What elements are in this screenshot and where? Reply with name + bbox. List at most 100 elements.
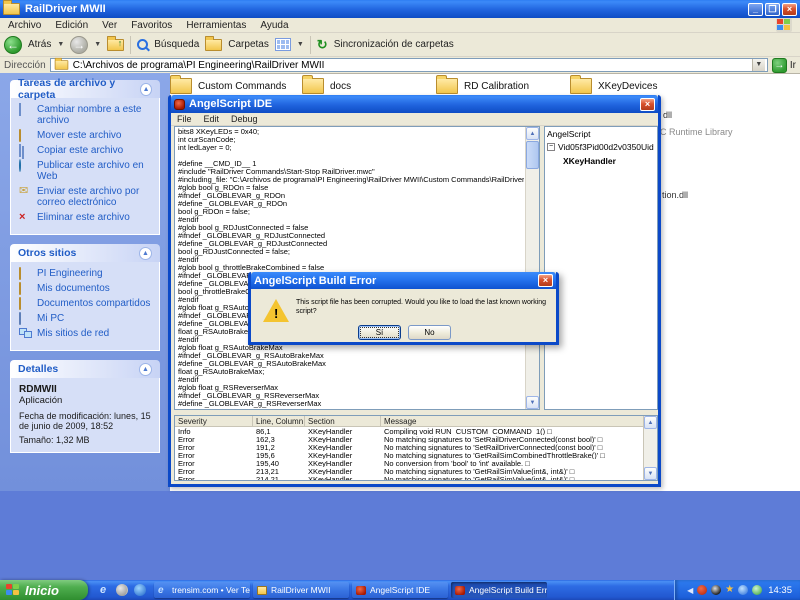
dialog-close-button[interactable]: × — [538, 274, 553, 287]
task-label[interactable]: Publicar este archivo en Web — [37, 160, 153, 182]
column-severity[interactable]: Severity — [175, 416, 253, 426]
quick-launch-icon[interactable] — [134, 584, 146, 596]
menu-item[interactable]: Archivo — [8, 20, 41, 31]
folder-tile-rd-calibration[interactable]: RD Calibration — [436, 78, 529, 94]
code-scrollbar[interactable]: ▲ ▼ — [525, 127, 539, 409]
script-tree[interactable]: AngelScript − Vid05f3Pid00d2v0350Uid XKe… — [544, 126, 658, 410]
build-output-table[interactable]: Severity Line, Column Section Message In… — [174, 415, 658, 481]
tray-icon[interactable] — [697, 585, 707, 595]
table-row[interactable]: Error162,3 XKeyHandlerNo matching signat… — [175, 435, 643, 443]
back-label[interactable]: Atrás — [28, 39, 51, 50]
tree-leaf-xkeyhandler[interactable]: XKeyHandler — [563, 156, 655, 166]
place-mis-documentos[interactable]: Mis documentos — [19, 283, 153, 294]
ide-close-button[interactable]: × — [640, 98, 655, 111]
tree-root[interactable]: AngelScript — [547, 129, 655, 139]
table-row[interactable]: Error195,6 XKeyHandlerNo matching signat… — [175, 451, 643, 459]
sync-label[interactable]: Sincronización de carpetas — [334, 39, 454, 50]
collapse-chevron-icon[interactable]: ▲ — [139, 363, 152, 376]
close-button[interactable]: × — [782, 3, 797, 16]
column-message[interactable]: Message — [381, 416, 657, 426]
place-mi-pc[interactable]: Mi PC — [19, 313, 153, 324]
table-row[interactable]: Error214,21 XKeyHandlerNo matching signa… — [175, 475, 643, 481]
task-delete[interactable]: × Eliminar este archivo — [19, 212, 153, 223]
tray-chevron-icon[interactable]: ◀ — [687, 586, 693, 595]
column-section[interactable]: Section — [305, 416, 381, 426]
back-icon[interactable]: ← — [4, 36, 22, 54]
go-button[interactable]: → Ir — [772, 58, 796, 73]
scroll-up-icon[interactable]: ▲ — [644, 416, 657, 429]
folder-tile-custom-commands[interactable]: Custom Commands — [170, 78, 286, 94]
taskbar-button-angelscript-ide[interactable]: AngelScript IDE — [352, 582, 448, 598]
quick-launch-icon[interactable] — [116, 584, 128, 596]
folder-label[interactable]: RD Calibration — [464, 81, 529, 92]
place-label[interactable]: PI Engineering — [37, 268, 103, 279]
folder-tile-xkeydevices[interactable]: XKeyDevices — [570, 78, 657, 94]
details-header[interactable]: Detalles ▲ — [10, 360, 160, 378]
collapse-minus-icon[interactable]: − — [547, 143, 555, 151]
address-input[interactable]: C:\Archivos de programa\PI Engineering\R… — [50, 58, 768, 72]
back-dropdown-icon[interactable]: ▼ — [57, 41, 64, 48]
views-icon[interactable] — [275, 38, 291, 51]
folder-label[interactable]: docs — [330, 81, 351, 92]
tray-icon[interactable] — [752, 585, 762, 595]
task-label[interactable]: Enviar este archivo por correo electróni… — [37, 186, 153, 208]
scroll-up-icon[interactable]: ▲ — [526, 127, 539, 140]
dialog-titlebar[interactable]: AngelScript Build Error × — [251, 272, 556, 289]
table-row[interactable]: Error213,21 XKeyHandlerNo matching signa… — [175, 467, 643, 475]
place-label[interactable]: Documentos compartidos — [37, 298, 150, 309]
views-dropdown-icon[interactable]: ▼ — [297, 41, 304, 48]
taskbar-button-build-error[interactable]: AngelScript Build Error — [451, 582, 547, 598]
tray-icon[interactable] — [711, 585, 721, 595]
table-row[interactable]: Info86,1 XKeyHandlerCompiling void RUN_C… — [175, 427, 643, 435]
menu-item[interactable]: Ayuda — [260, 20, 288, 31]
tree-node-label[interactable]: Vid05f3Pid00d2v0350Uid — [558, 142, 654, 152]
tray-icon[interactable]: ★ — [725, 585, 734, 595]
code-editor[interactable]: bits8 XKeyLEDs = 0x40;int curScanCode;in… — [174, 126, 540, 410]
sync-icon[interactable]: ↻ — [317, 37, 328, 53]
minimize-button[interactable]: _ — [748, 3, 763, 16]
table-row[interactable]: Error195,40 XKeyHandlerNo conversion fro… — [175, 459, 643, 467]
table-row[interactable]: Error191,2 XKeyHandlerNo matching signat… — [175, 443, 643, 451]
taskbar-button-raildriver[interactable]: RailDriver MWII — [253, 582, 349, 598]
yes-button[interactable]: Sí — [358, 325, 401, 340]
place-documentos-compartidos[interactable]: Documentos compartidos — [19, 298, 153, 309]
explorer-titlebar[interactable]: RailDriver MWII _ ❐ × — [0, 0, 800, 18]
task-label[interactable]: Eliminar este archivo — [37, 212, 130, 223]
file-fragment[interactable]: C Runtime Library — [660, 127, 733, 137]
menu-item[interactable]: Edición — [55, 20, 88, 31]
scroll-down-icon[interactable]: ▼ — [526, 396, 539, 409]
task-move[interactable]: Mover este archivo — [19, 130, 153, 141]
menu-item[interactable]: Herramientas — [186, 20, 246, 31]
scroll-thumb[interactable] — [526, 141, 539, 169]
column-line[interactable]: Line, Column — [253, 416, 305, 426]
forward-icon[interactable]: → — [70, 36, 88, 54]
task-publish[interactable]: Publicar este archivo en Web — [19, 160, 153, 182]
task-label[interactable]: Mover este archivo — [37, 130, 121, 141]
place-label[interactable]: Mis sitios de red — [37, 328, 109, 339]
ide-menu-item[interactable]: Debug — [231, 114, 258, 124]
ide-menu-item[interactable]: Edit — [204, 114, 220, 124]
folder-tile-docs[interactable]: docs — [302, 78, 351, 94]
search-label[interactable]: Búsqueda — [154, 39, 199, 50]
search-icon[interactable] — [137, 39, 148, 50]
task-rename[interactable]: Cambiar nombre a este archivo — [19, 104, 153, 126]
address-dropdown-icon[interactable]: ▼ — [752, 59, 765, 71]
folder-label[interactable]: XKeyDevices — [598, 81, 657, 92]
menu-item[interactable]: Ver — [102, 20, 117, 31]
place-label[interactable]: Mi PC — [37, 313, 64, 324]
collapse-chevron-icon[interactable]: ▲ — [140, 83, 152, 96]
up-folder-icon[interactable]: ↑ — [107, 39, 124, 51]
task-label[interactable]: Copiar este archivo — [37, 145, 123, 156]
taskbar-button-trensim[interactable]: e trensim.com • Ver Te... — [154, 582, 250, 598]
forward-dropdown-icon[interactable]: ▼ — [94, 41, 101, 48]
internet-explorer-icon[interactable]: e — [96, 583, 110, 597]
ide-menu-item[interactable]: File — [177, 114, 192, 124]
file-fragment[interactable]: dll — [663, 110, 672, 120]
collapse-chevron-icon[interactable]: ▲ — [139, 247, 152, 260]
file-fragment[interactable]: tion.dll — [662, 190, 688, 200]
place-pi-engineering[interactable]: PI Engineering — [19, 268, 153, 279]
tree-node-device[interactable]: − Vid05f3Pid00d2v0350Uid — [547, 142, 655, 152]
table-scrollbar[interactable]: ▲ ▼ — [643, 416, 657, 480]
folder-label[interactable]: Custom Commands — [198, 81, 286, 92]
folders-label[interactable]: Carpetas — [228, 39, 269, 50]
